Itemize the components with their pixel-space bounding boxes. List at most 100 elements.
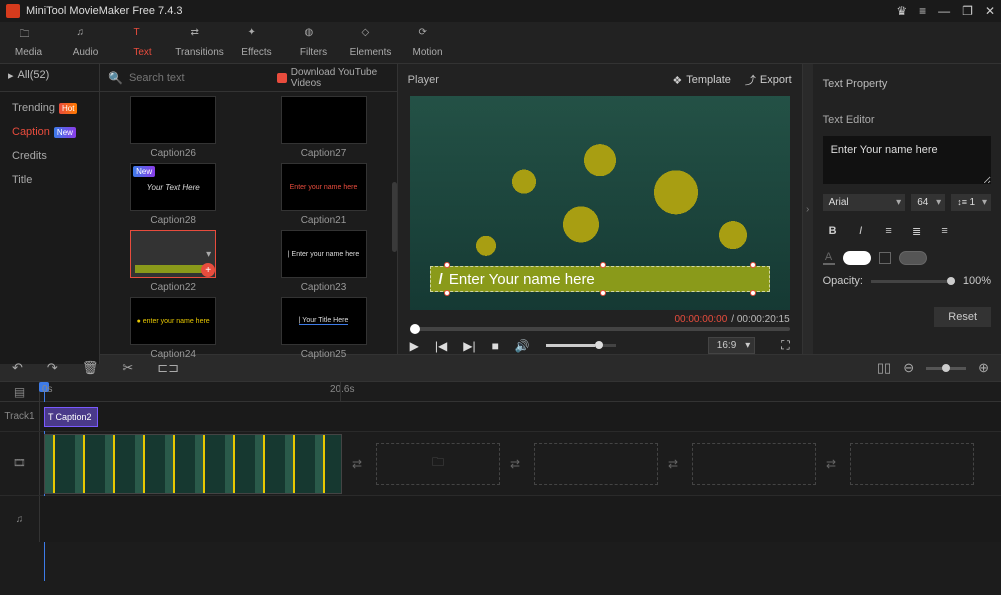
- tab-elements[interactable]: ◇Elements: [342, 22, 399, 63]
- tab-audio[interactable]: ♫Audio: [57, 22, 114, 63]
- category-trending[interactable]: TrendingHot: [0, 96, 99, 120]
- text-color-swatch[interactable]: [843, 251, 871, 265]
- undo-icon[interactable]: ↶: [12, 360, 23, 376]
- template-button[interactable]: ❖Template: [672, 74, 731, 87]
- fullscreen-icon[interactable]: ⛶: [781, 338, 789, 353]
- player-title: Player: [408, 74, 439, 86]
- play-icon[interactable]: ▶: [410, 339, 419, 353]
- transition-slot-icon[interactable]: ⇄: [510, 457, 524, 471]
- redo-icon[interactable]: ↷: [47, 360, 58, 376]
- maximize-icon[interactable]: ❐: [962, 4, 973, 18]
- thumb-caption25[interactable]: | Your Title Here: [281, 297, 367, 345]
- video-track-icon: 🎞: [13, 458, 26, 469]
- thumb-caption26[interactable]: [130, 96, 216, 144]
- video-preview[interactable]: Enter Your name here: [410, 96, 790, 310]
- thumb-caption27[interactable]: [281, 96, 367, 144]
- transition-slot-icon[interactable]: ⇄: [668, 457, 682, 471]
- upgrade-icon[interactable]: ♛: [896, 4, 907, 18]
- italic-icon[interactable]: I: [851, 221, 871, 241]
- category-all[interactable]: All(52): [18, 69, 50, 81]
- align-right-icon[interactable]: ≡: [935, 221, 955, 241]
- add-icon[interactable]: +: [201, 263, 215, 277]
- drop-slot[interactable]: [534, 443, 658, 485]
- resize-handle[interactable]: [444, 290, 450, 296]
- asset-browser: ▸ All(52) 🔍 Download YouTube Videos Tren…: [0, 64, 397, 354]
- text-color-icon[interactable]: A: [823, 251, 835, 265]
- resize-handle[interactable]: [750, 290, 756, 296]
- tab-transitions[interactable]: ⇄Transitions: [171, 22, 228, 63]
- caption-clip[interactable]: T Caption2: [44, 407, 98, 427]
- tab-effects[interactable]: ✦Effects: [228, 22, 285, 63]
- resize-handle[interactable]: [600, 290, 606, 296]
- expand-handle[interactable]: ›: [803, 64, 813, 354]
- aspect-select[interactable]: 16:9: [708, 337, 755, 354]
- menu-icon[interactable]: ≡: [919, 4, 926, 18]
- timeline: ▤ 0s 20.6s Track1 T Caption2 🎞 ⇄ 🗀 ⇄ ⇄ ⇄…: [0, 382, 1001, 595]
- transition-slot-icon[interactable]: ⇄: [826, 457, 840, 471]
- drop-slot[interactable]: [850, 443, 974, 485]
- caption-text-input[interactable]: Enter Your name here: [823, 136, 991, 184]
- caption-overlay[interactable]: Enter Your name here: [430, 266, 770, 292]
- category-list: TrendingHot CaptionNew Credits Title: [0, 92, 100, 364]
- align-center-icon[interactable]: ≣: [907, 221, 927, 241]
- category-title[interactable]: Title: [0, 168, 99, 192]
- thumb-caption24[interactable]: ● enter your name here: [130, 297, 216, 345]
- volume-slider[interactable]: [546, 344, 616, 347]
- fit-icon[interactable]: ▯▯: [877, 360, 891, 376]
- time-ruler[interactable]: 0s 20.6s: [40, 382, 1001, 401]
- audio-track[interactable]: [40, 496, 1001, 542]
- resize-handle[interactable]: [600, 262, 606, 268]
- resize-handle[interactable]: [444, 262, 450, 268]
- track1-label: Track1: [0, 402, 40, 431]
- opacity-value: 100%: [963, 275, 991, 287]
- zoom-out-icon[interactable]: ⊖: [903, 360, 914, 376]
- zoom-in-icon[interactable]: ⊕: [978, 360, 989, 376]
- tab-filters[interactable]: ◍Filters: [285, 22, 342, 63]
- drop-slot[interactable]: [692, 443, 816, 485]
- transition-slot-icon[interactable]: ⇄: [352, 457, 366, 471]
- thumb-caption21[interactable]: Enter your name here: [281, 163, 367, 211]
- tab-text[interactable]: TText: [114, 22, 171, 63]
- align-left-icon[interactable]: ≡: [879, 221, 899, 241]
- prev-frame-icon[interactable]: |◀: [435, 339, 447, 353]
- drop-slot[interactable]: 🗀: [376, 443, 500, 485]
- search-input[interactable]: [129, 72, 271, 84]
- tab-media[interactable]: 🗀Media: [0, 22, 57, 63]
- thumb-caption23[interactable]: | Enter your name here: [281, 230, 367, 278]
- zoom-slider[interactable]: [926, 367, 966, 370]
- font-size-select[interactable]: 64: [911, 194, 945, 211]
- line-height-select[interactable]: ↕≡ 1: [951, 194, 991, 211]
- category-credits[interactable]: Credits: [0, 144, 99, 168]
- template-icon: ❖: [672, 74, 682, 87]
- download-youtube-link[interactable]: Download YouTube Videos: [277, 67, 389, 89]
- close-icon[interactable]: ✕: [985, 4, 995, 18]
- thumb-caption28[interactable]: NewYour Text Here: [130, 163, 216, 211]
- text-editor-label: Text Editor: [823, 114, 991, 126]
- highlight-color-icon[interactable]: [879, 252, 891, 264]
- minimize-icon[interactable]: —: [938, 4, 950, 18]
- seek-bar[interactable]: [410, 327, 790, 331]
- delete-icon[interactable]: 🗑: [82, 360, 99, 376]
- category-caption[interactable]: CaptionNew: [0, 120, 99, 144]
- scrollbar[interactable]: [392, 182, 397, 252]
- tab-motion[interactable]: ⟳Motion: [399, 22, 456, 63]
- app-logo: [6, 4, 20, 18]
- text-property-title: Text Property: [823, 78, 888, 90]
- export-button[interactable]: ⤴Export: [745, 72, 792, 88]
- volume-icon[interactable]: 🔊: [515, 339, 530, 353]
- reset-button[interactable]: Reset: [934, 307, 991, 327]
- highlight-color-swatch[interactable]: [899, 251, 927, 265]
- main-toolbar: 🗀Media ♫Audio TText ⇄Transitions ✦Effect…: [0, 22, 1001, 64]
- bold-icon[interactable]: B: [823, 221, 843, 241]
- export-icon: ⤴: [745, 72, 756, 88]
- font-select[interactable]: Arial: [823, 194, 906, 211]
- time-current: 00:00:00:00: [674, 314, 727, 325]
- opacity-slider[interactable]: [871, 280, 955, 283]
- resize-handle[interactable]: [750, 262, 756, 268]
- next-frame-icon[interactable]: ▶|: [463, 339, 475, 353]
- audio-track-icon: ♫: [16, 514, 24, 525]
- video-clip[interactable]: [44, 434, 342, 494]
- layers-icon[interactable]: ▤: [14, 385, 25, 399]
- stop-icon[interactable]: ■: [492, 339, 499, 353]
- thumb-caption22[interactable]: +: [130, 230, 216, 278]
